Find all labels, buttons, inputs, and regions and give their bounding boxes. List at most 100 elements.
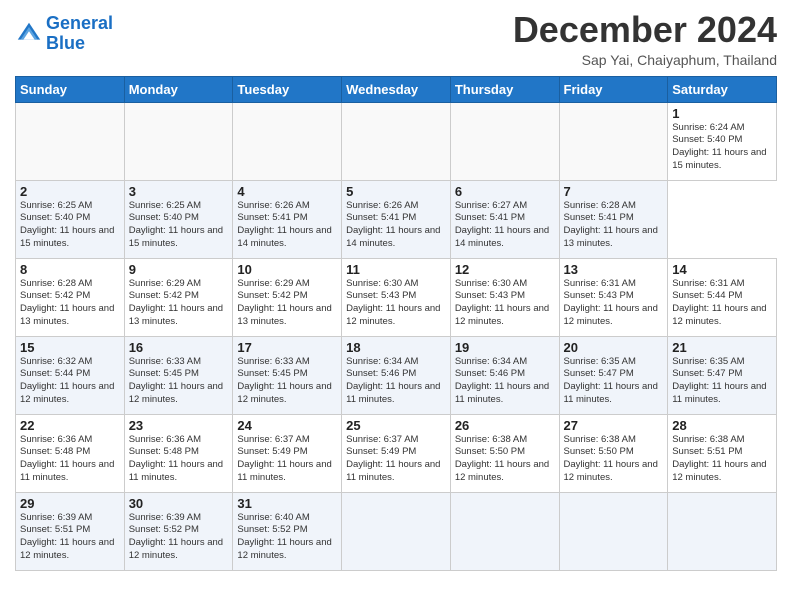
sunset-text: Sunset: 5:42 PM [129, 290, 199, 301]
day-content: Sunrise: 6:32 AM Sunset: 5:44 PM Dayligh… [20, 356, 120, 407]
sunset-text: Sunset: 5:51 PM [20, 524, 90, 535]
day-content: Sunrise: 6:24 AM Sunset: 5:40 PM Dayligh… [672, 122, 772, 173]
day-number: 2 [20, 184, 120, 199]
sunrise-text: Sunrise: 6:35 AM [564, 356, 636, 367]
sunset-text: Sunset: 5:46 PM [346, 368, 416, 379]
daylight-text: Daylight: 11 hours and 12 minutes. [20, 537, 114, 561]
table-row: 1 Sunrise: 6:24 AM Sunset: 5:40 PM Dayli… [668, 102, 777, 180]
sunset-text: Sunset: 5:49 PM [237, 446, 307, 457]
day-number: 26 [455, 418, 555, 433]
sunset-text: Sunset: 5:41 PM [346, 212, 416, 223]
day-number: 9 [129, 262, 229, 277]
calendar-week-2: 2 Sunrise: 6:25 AM Sunset: 5:40 PM Dayli… [16, 180, 777, 258]
daylight-text: Daylight: 11 hours and 11 minutes. [20, 459, 114, 483]
sunset-text: Sunset: 5:45 PM [237, 368, 307, 379]
day-number: 13 [564, 262, 664, 277]
day-number: 18 [346, 340, 446, 355]
table-row: 9 Sunrise: 6:29 AM Sunset: 5:42 PM Dayli… [124, 258, 233, 336]
day-content: Sunrise: 6:26 AM Sunset: 5:41 PM Dayligh… [346, 200, 446, 251]
col-thursday: Thursday [450, 76, 559, 102]
day-number: 7 [564, 184, 664, 199]
sunrise-text: Sunrise: 6:39 AM [20, 512, 92, 523]
sunrise-text: Sunrise: 6:33 AM [129, 356, 201, 367]
sunset-text: Sunset: 5:51 PM [672, 446, 742, 457]
sunrise-text: Sunrise: 6:30 AM [346, 278, 418, 289]
day-number: 5 [346, 184, 446, 199]
table-row: 26 Sunrise: 6:38 AM Sunset: 5:50 PM Dayl… [450, 414, 559, 492]
sunrise-text: Sunrise: 6:34 AM [346, 356, 418, 367]
day-content: Sunrise: 6:35 AM Sunset: 5:47 PM Dayligh… [564, 356, 664, 407]
day-content: Sunrise: 6:39 AM Sunset: 5:52 PM Dayligh… [129, 512, 229, 563]
table-row: 11 Sunrise: 6:30 AM Sunset: 5:43 PM Dayl… [342, 258, 451, 336]
calendar-table: Sunday Monday Tuesday Wednesday Thursday… [15, 76, 777, 571]
sunset-text: Sunset: 5:40 PM [672, 134, 742, 145]
table-row: 8 Sunrise: 6:28 AM Sunset: 5:42 PM Dayli… [16, 258, 125, 336]
location-subtitle: Sap Yai, Chaiyaphum, Thailand [513, 52, 777, 68]
daylight-text: Daylight: 11 hours and 12 minutes. [20, 381, 114, 405]
sunrise-text: Sunrise: 6:28 AM [20, 278, 92, 289]
day-number: 10 [237, 262, 337, 277]
table-row [342, 492, 451, 570]
day-content: Sunrise: 6:38 AM Sunset: 5:50 PM Dayligh… [455, 434, 555, 485]
table-row: 15 Sunrise: 6:32 AM Sunset: 5:44 PM Dayl… [16, 336, 125, 414]
day-number: 19 [455, 340, 555, 355]
day-content: Sunrise: 6:34 AM Sunset: 5:46 PM Dayligh… [346, 356, 446, 407]
table-row: 5 Sunrise: 6:26 AM Sunset: 5:41 PM Dayli… [342, 180, 451, 258]
daylight-text: Daylight: 11 hours and 13 minutes. [237, 303, 331, 327]
daylight-text: Daylight: 11 hours and 12 minutes. [672, 303, 766, 327]
day-number: 27 [564, 418, 664, 433]
daylight-text: Daylight: 11 hours and 15 minutes. [129, 225, 223, 249]
day-number: 25 [346, 418, 446, 433]
day-content: Sunrise: 6:33 AM Sunset: 5:45 PM Dayligh… [129, 356, 229, 407]
daylight-text: Daylight: 11 hours and 13 minutes. [129, 303, 223, 327]
table-row [124, 102, 233, 180]
sunrise-text: Sunrise: 6:25 AM [129, 200, 201, 211]
calendar-week-5: 22 Sunrise: 6:36 AM Sunset: 5:48 PM Dayl… [16, 414, 777, 492]
sunrise-text: Sunrise: 6:29 AM [129, 278, 201, 289]
sunset-text: Sunset: 5:42 PM [20, 290, 90, 301]
daylight-text: Daylight: 11 hours and 11 minutes. [346, 381, 440, 405]
table-row: 7 Sunrise: 6:28 AM Sunset: 5:41 PM Dayli… [559, 180, 668, 258]
table-row: 28 Sunrise: 6:38 AM Sunset: 5:51 PM Dayl… [668, 414, 777, 492]
day-content: Sunrise: 6:33 AM Sunset: 5:45 PM Dayligh… [237, 356, 337, 407]
day-content: Sunrise: 6:26 AM Sunset: 5:41 PM Dayligh… [237, 200, 337, 251]
calendar-week-4: 15 Sunrise: 6:32 AM Sunset: 5:44 PM Dayl… [16, 336, 777, 414]
sunrise-text: Sunrise: 6:39 AM [129, 512, 201, 523]
day-number: 3 [129, 184, 229, 199]
sunrise-text: Sunrise: 6:38 AM [455, 434, 527, 445]
sunrise-text: Sunrise: 6:32 AM [20, 356, 92, 367]
daylight-text: Daylight: 11 hours and 12 minutes. [564, 459, 658, 483]
table-row [450, 102, 559, 180]
sunset-text: Sunset: 5:52 PM [129, 524, 199, 535]
day-content: Sunrise: 6:29 AM Sunset: 5:42 PM Dayligh… [129, 278, 229, 329]
day-number: 21 [672, 340, 772, 355]
sunset-text: Sunset: 5:41 PM [564, 212, 634, 223]
daylight-text: Daylight: 11 hours and 12 minutes. [455, 459, 549, 483]
table-row: 22 Sunrise: 6:36 AM Sunset: 5:48 PM Dayl… [16, 414, 125, 492]
day-content: Sunrise: 6:37 AM Sunset: 5:49 PM Dayligh… [237, 434, 337, 485]
sunrise-text: Sunrise: 6:37 AM [237, 434, 309, 445]
table-row: 24 Sunrise: 6:37 AM Sunset: 5:49 PM Dayl… [233, 414, 342, 492]
table-row [668, 492, 777, 570]
table-row: 23 Sunrise: 6:36 AM Sunset: 5:48 PM Dayl… [124, 414, 233, 492]
table-row: 10 Sunrise: 6:29 AM Sunset: 5:42 PM Dayl… [233, 258, 342, 336]
day-content: Sunrise: 6:28 AM Sunset: 5:42 PM Dayligh… [20, 278, 120, 329]
day-content: Sunrise: 6:31 AM Sunset: 5:43 PM Dayligh… [564, 278, 664, 329]
day-content: Sunrise: 6:35 AM Sunset: 5:47 PM Dayligh… [672, 356, 772, 407]
table-row [559, 492, 668, 570]
sunrise-text: Sunrise: 6:37 AM [346, 434, 418, 445]
day-content: Sunrise: 6:27 AM Sunset: 5:41 PM Dayligh… [455, 200, 555, 251]
col-friday: Friday [559, 76, 668, 102]
sunrise-text: Sunrise: 6:29 AM [237, 278, 309, 289]
sunset-text: Sunset: 5:41 PM [455, 212, 525, 223]
sunset-text: Sunset: 5:43 PM [346, 290, 416, 301]
table-row [233, 102, 342, 180]
title-block: December 2024 Sap Yai, Chaiyaphum, Thail… [513, 10, 777, 68]
daylight-text: Daylight: 11 hours and 12 minutes. [564, 303, 658, 327]
table-row [16, 102, 125, 180]
daylight-text: Daylight: 11 hours and 13 minutes. [20, 303, 114, 327]
day-number: 15 [20, 340, 120, 355]
day-content: Sunrise: 6:28 AM Sunset: 5:41 PM Dayligh… [564, 200, 664, 251]
day-content: Sunrise: 6:36 AM Sunset: 5:48 PM Dayligh… [20, 434, 120, 485]
day-number: 20 [564, 340, 664, 355]
